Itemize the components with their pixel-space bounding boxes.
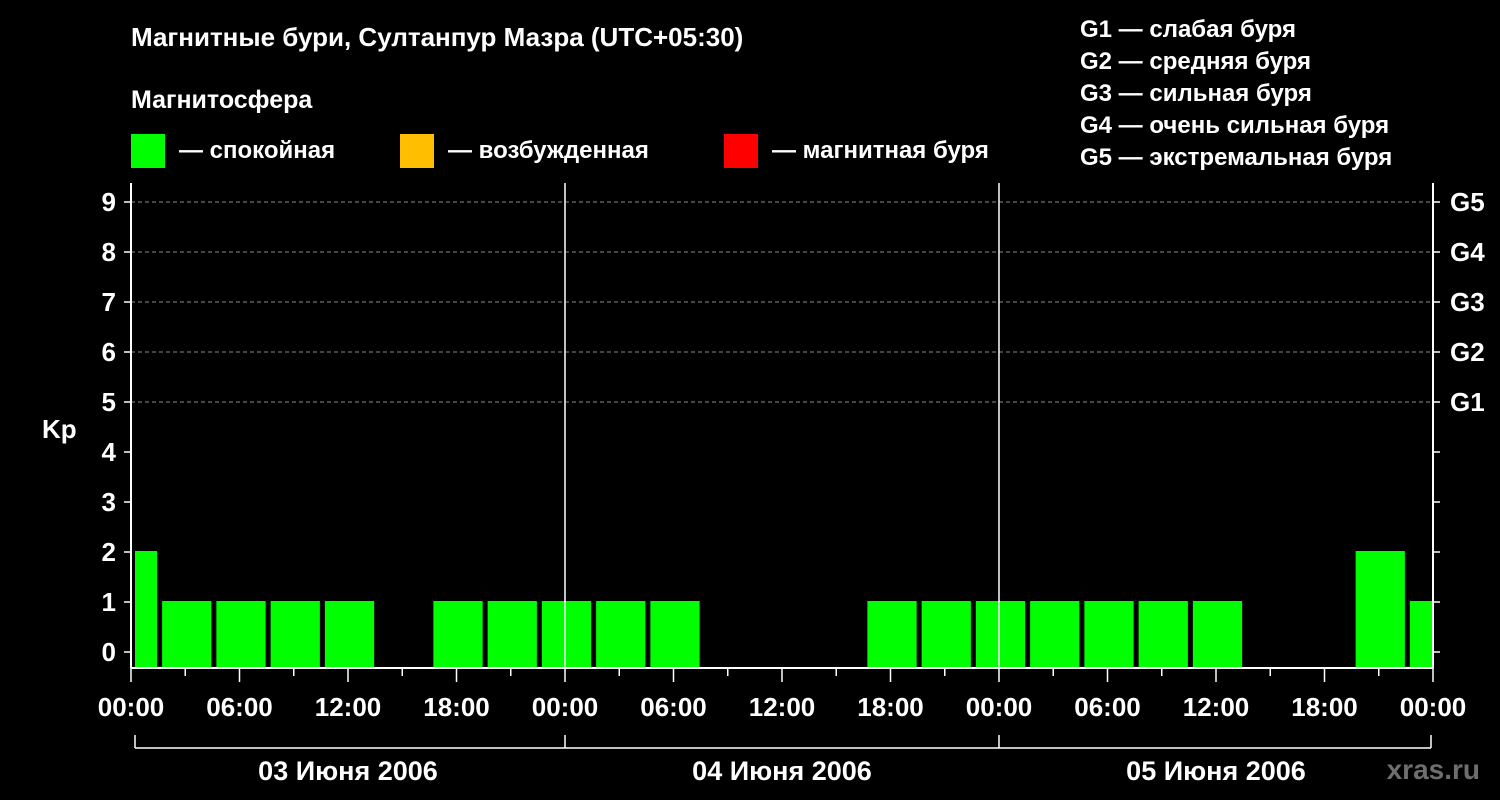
x-tick-label: 18:00 [423, 692, 490, 722]
kp-bar [921, 601, 971, 668]
kp-bar [1138, 601, 1188, 668]
g-tick-label: G3 [1450, 287, 1485, 317]
y-tick-label: 3 [102, 487, 116, 517]
y-axis-label: Kp [42, 414, 77, 444]
x-tick-label: 12:00 [315, 692, 382, 722]
x-tick-label: 00:00 [1400, 692, 1467, 722]
y-tick-label: 9 [102, 187, 116, 217]
day-label: 04 Июня 2006 [692, 756, 872, 786]
kp-bar [216, 601, 266, 668]
g-tick-label: G2 [1450, 337, 1485, 367]
x-tick-label: 00:00 [966, 692, 1033, 722]
kp-bar [1084, 601, 1134, 668]
x-tick-label: 06:00 [640, 692, 707, 722]
x-tick-label: 12:00 [749, 692, 816, 722]
y-tick-label: 1 [102, 587, 116, 617]
x-tick-label: 00:00 [98, 692, 165, 722]
kp-bar [867, 601, 917, 668]
kp-chart: 0 1 2 3 4 5 6 7 8 9 G1 G2 G3 G4 G5 Kp 00:00 06:00 12:00 18:… [42, 183, 1485, 786]
kp-bar [270, 601, 320, 668]
y-tick-label: 4 [102, 437, 117, 467]
y-tick-label: 2 [102, 537, 116, 567]
kp-bar [433, 601, 483, 668]
g-tick-label: G4 [1450, 237, 1485, 267]
kp-bar [135, 551, 158, 668]
g-tick-label: G1 [1450, 387, 1485, 417]
kp-bar [487, 601, 537, 668]
y-tick-label: 0 [102, 637, 116, 667]
y-tick-label: 6 [102, 337, 116, 367]
kp-bar [1030, 601, 1080, 668]
x-tick-label: 12:00 [1183, 692, 1250, 722]
kp-bar [1355, 551, 1405, 668]
kp-bar [596, 601, 646, 668]
kp-bar [324, 601, 375, 668]
kp-bar [1409, 601, 1432, 668]
x-tick-label: 18:00 [857, 692, 924, 722]
y-tick-label: 7 [102, 287, 116, 317]
kp-bar [541, 601, 592, 668]
kp-bar [650, 601, 700, 668]
kp-bar [1192, 601, 1243, 668]
x-tick-label: 06:00 [1074, 692, 1141, 722]
watermark: xras.ru [1386, 754, 1480, 785]
day-label: 05 Июня 2006 [1126, 756, 1306, 786]
x-tick-label: 00:00 [532, 692, 599, 722]
x-tick-label: 06:00 [206, 692, 273, 722]
y-tick-label: 5 [102, 387, 116, 417]
kp-bar [975, 601, 1026, 668]
day-label: 03 Июня 2006 [258, 756, 438, 786]
g-tick-label: G5 [1450, 187, 1485, 217]
x-tick-label: 18:00 [1291, 692, 1358, 722]
kp-bar [162, 601, 212, 668]
y-tick-label: 8 [102, 237, 116, 267]
